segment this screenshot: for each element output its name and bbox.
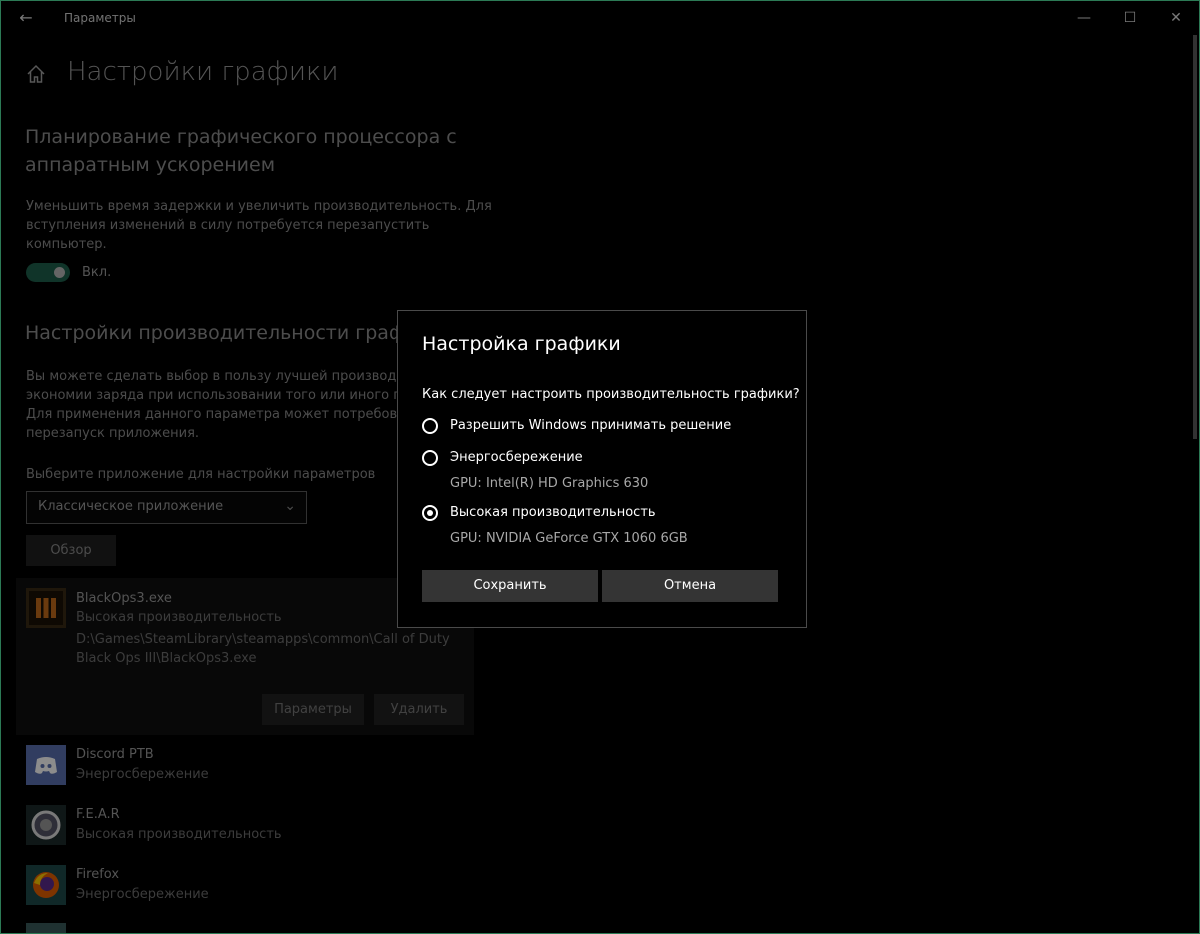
radio-high-performance[interactable] [422,505,438,521]
power-saving-gpu: GPU: Intel(R) HD Graphics 630 [450,476,649,491]
radio-let-windows-decide[interactable] [422,418,438,434]
dialog-title: Настройка графики [422,333,621,355]
radio-label-let-windows-decide[interactable]: Разрешить Windows принимать решение [450,418,731,433]
save-button[interactable]: Сохранить [422,570,598,602]
radio-power-saving[interactable] [422,450,438,466]
high-performance-gpu: GPU: NVIDIA GeForce GTX 1060 6GB [450,531,688,546]
settings-window: ← Параметры — ☐ ✕ Настройки графики План… [0,0,1200,934]
radio-label-high-performance[interactable]: Высокая производительность [450,505,656,520]
radio-label-power-saving[interactable]: Энергосбережение [450,450,583,465]
graphics-settings-dialog: Настройка графики Как следует настроить … [397,310,807,628]
dialog-question: Как следует настроить производительность… [422,387,800,402]
cancel-button[interactable]: Отмена [602,570,778,602]
